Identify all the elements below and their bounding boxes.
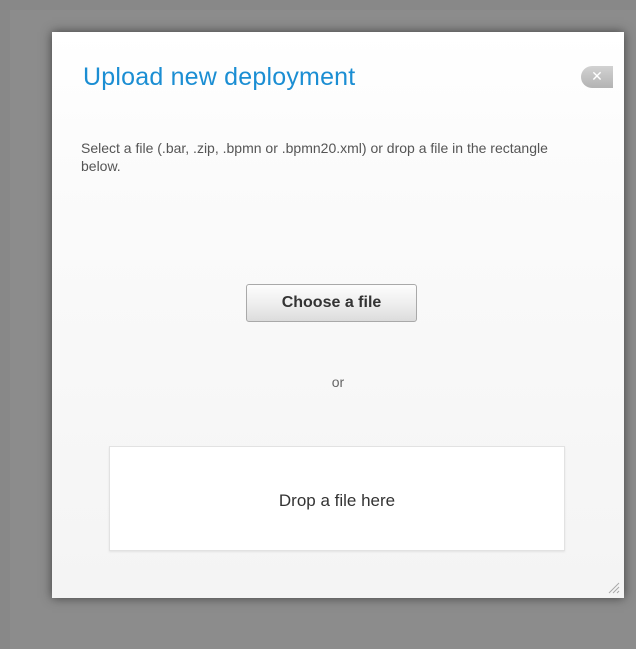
choose-file-button[interactable]: Choose a file <box>246 284 417 322</box>
drop-zone-label: Drop a file here <box>278 491 396 510</box>
dialog-title: Upload new deployment <box>83 63 356 91</box>
close-button[interactable]: ✕ <box>581 66 613 88</box>
resize-grip-icon[interactable] <box>606 580 620 594</box>
or-separator: or <box>331 374 345 390</box>
upload-deployment-dialog: Upload new deployment ✕ Select a file (.… <box>52 32 624 598</box>
close-icon: ✕ <box>591 69 603 85</box>
file-drop-zone[interactable]: Drop a file here <box>109 446 565 551</box>
upload-instructions: Select a file (.bar, .zip, .bpmn or .bpm… <box>81 140 548 174</box>
